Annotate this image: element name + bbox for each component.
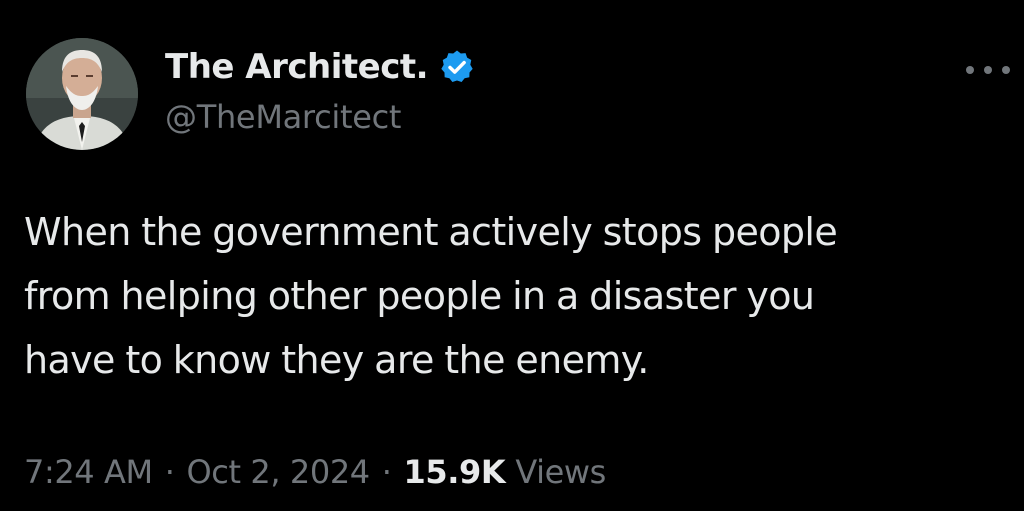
meta-separator: · xyxy=(164,453,175,491)
tweet-text-line: from helping other people in a disaster … xyxy=(24,274,815,318)
avatar[interactable] xyxy=(26,38,138,150)
author-display-name[interactable]: The Architect. xyxy=(165,47,429,87)
more-options-icon[interactable] xyxy=(966,58,1010,82)
more-dot xyxy=(966,66,974,74)
author-handle[interactable]: @TheMarcitect xyxy=(165,98,401,136)
views-label: Views xyxy=(515,453,606,491)
views-count[interactable]: 15.9K xyxy=(404,453,506,491)
tweet-card: The Architect. @TheMarcitect When the go… xyxy=(0,0,1024,511)
verified-badge-icon[interactable] xyxy=(438,48,476,86)
tweet-meta: 7:24 AM · Oct 2, 2024 · 15.9K Views xyxy=(24,450,606,494)
avatar-portrait xyxy=(26,38,138,150)
tweet-date[interactable]: Oct 2, 2024 xyxy=(187,453,371,491)
author-name-row: The Architect. xyxy=(165,44,476,90)
tweet-text-line: When the government actively stops peopl… xyxy=(24,210,838,254)
tweet-text: When the government actively stops peopl… xyxy=(24,200,1009,392)
tweet-text-line: have to know they are the enemy. xyxy=(24,338,649,382)
more-dot xyxy=(984,66,992,74)
more-dot xyxy=(1002,66,1010,74)
meta-separator: · xyxy=(381,453,392,491)
tweet-time[interactable]: 7:24 AM xyxy=(24,453,153,491)
